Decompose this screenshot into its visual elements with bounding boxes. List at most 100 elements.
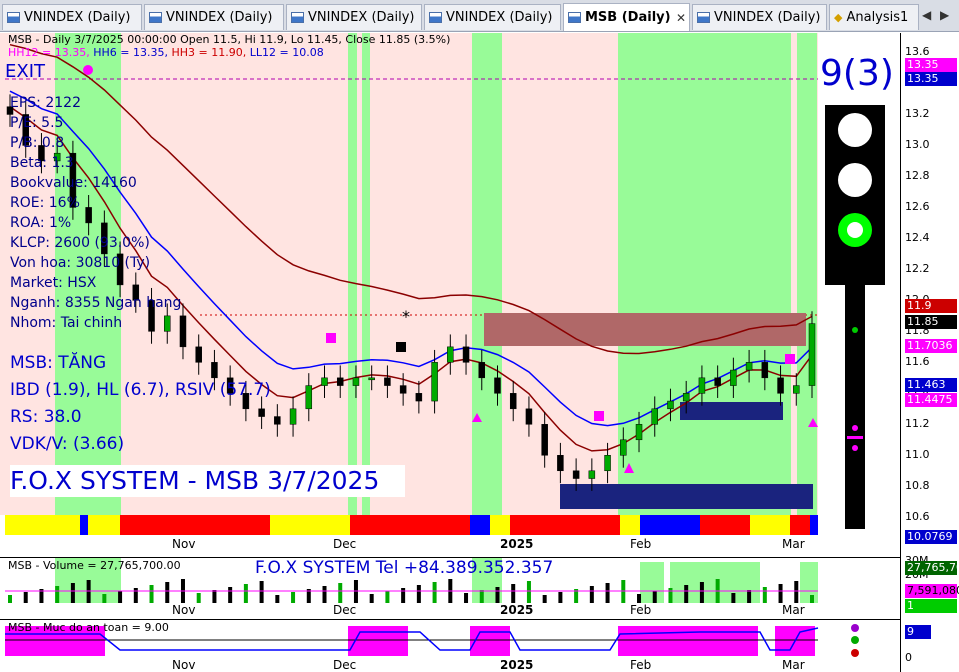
volume-label: MSB - Volume = 27,765,700.00 <box>8 559 181 572</box>
x-axis-label: Dec <box>333 537 357 551</box>
price-tick: 12.8 <box>905 169 930 183</box>
volume-bar <box>275 595 280 603</box>
volume-bar <box>118 591 123 603</box>
chart-window-icon <box>429 12 442 23</box>
candle-body <box>478 362 486 379</box>
summary-item: RS: 38.0 <box>10 407 82 427</box>
candle-body <box>384 377 391 386</box>
signal-bar-segment <box>640 515 700 535</box>
volume-bar <box>8 595 12 603</box>
safety-pane[interactable]: MSB - Muc do an toan = 9.00 Nov Dec 2025 Fe… <box>0 619 900 672</box>
volume-bar <box>526 581 531 603</box>
volume-bar <box>495 587 500 603</box>
signal-bar-segment <box>80 515 88 535</box>
tab-vnindex-4[interactable]: VNINDEX (Daily) <box>424 4 561 30</box>
support-box-1 <box>560 484 813 509</box>
x-axis-label: Nov <box>172 658 196 672</box>
buy-signal-marker <box>594 411 604 421</box>
candle-body <box>258 408 265 417</box>
candle-body <box>808 323 816 386</box>
price-tag: 11.4475 <box>905 393 957 407</box>
price-tag: 11.85 <box>905 315 957 329</box>
volume-bar <box>369 594 374 603</box>
chart-window-icon <box>568 12 581 23</box>
tab-label: Analysis1 <box>846 10 909 25</box>
candle-body <box>509 393 517 410</box>
volume-bar <box>731 593 736 603</box>
price-tick: 12.2 <box>905 262 930 276</box>
zone-green-4 <box>472 33 502 515</box>
signal-bar-segment <box>620 515 640 535</box>
contact-line: F.O.X SYSTEM Tel +84.389.352.357 <box>255 558 554 578</box>
tab-analysis1[interactable]: ◆ Analysis1 <box>829 4 919 30</box>
volume-bar <box>102 594 107 603</box>
tab-scroll-right-icon[interactable]: ▶ <box>940 8 949 22</box>
candle-body <box>211 362 218 379</box>
signal-bar-segment <box>490 515 510 535</box>
price-tag: 13.35 <box>905 58 957 72</box>
safety-zone <box>348 626 408 656</box>
fundamental-item: P/E: 5.5 <box>10 115 64 131</box>
vol-zone <box>800 562 818 603</box>
price-tag: 13.35 <box>905 72 957 86</box>
zone-green-3 <box>362 33 370 515</box>
close-icon[interactable]: ✕ <box>676 11 686 25</box>
tab-scroll-left-icon[interactable]: ◀ <box>922 8 931 22</box>
candle-body <box>336 377 344 386</box>
volume-pane[interactable]: MSB - Volume = 27,765,700.00 F.O.X SYSTE… <box>0 557 900 617</box>
vol-zone <box>670 562 760 603</box>
candle-body <box>557 455 564 472</box>
fundamental-item: Von hoa: 30810 (Ty) <box>10 255 151 271</box>
tab-vnindex-2[interactable]: VNINDEX (Daily) <box>144 4 284 30</box>
tab-msb[interactable]: MSB (Daily) ✕ <box>563 3 690 31</box>
x-axis-label: Nov <box>172 537 196 551</box>
signal-color-bar <box>5 515 818 535</box>
signal-bar-segment <box>5 515 80 535</box>
volume-bar <box>133 588 138 603</box>
volume-bar <box>810 595 814 603</box>
candle-body <box>635 424 643 441</box>
price-tag: 11.7036 <box>905 339 957 353</box>
volume-bar <box>55 586 60 603</box>
candle-body <box>85 207 92 224</box>
volume-bar <box>699 582 704 603</box>
safety-zone <box>470 626 510 656</box>
hh3-label: HH3 = 11.90, <box>171 46 247 59</box>
volume-bar <box>432 582 437 603</box>
tab-label: VNINDEX (Daily) <box>446 10 553 25</box>
volume-bar <box>322 586 327 603</box>
signal-bar-segment <box>510 515 620 535</box>
volume-bar <box>511 584 516 603</box>
x-axis-label: Mar <box>782 658 805 672</box>
candle-body <box>447 346 454 363</box>
tab-vnindex-5[interactable]: VNINDEX (Daily) <box>692 4 827 30</box>
volume-bar <box>684 585 689 603</box>
tab-vnindex-1[interactable]: VNINDEX (Daily) <box>2 4 142 30</box>
candle-body <box>399 385 407 394</box>
volume-bar <box>196 593 201 603</box>
candle-body <box>431 362 438 402</box>
volume-bar <box>794 581 799 603</box>
tab-vnindex-3[interactable]: VNINDEX (Daily) <box>286 4 422 30</box>
candle-body <box>494 377 501 394</box>
price-chart-pane[interactable]: * MSB - Daily 3/7/2025 00:00:00 Open 11.… <box>0 33 900 555</box>
x-axis-label: 2025 <box>500 537 534 551</box>
safety-dot <box>851 649 859 657</box>
volume-axis-label: 1 <box>905 599 957 613</box>
volume-bar <box>778 584 783 603</box>
ll12-label: LL12 = 10.08 <box>249 46 324 59</box>
fundamental-item: EPS: 2122 <box>10 95 81 111</box>
chart-window-icon <box>149 12 162 23</box>
x-axis-label: Mar <box>782 537 805 551</box>
support-box-2 <box>680 402 783 420</box>
signal-bar-segment <box>790 515 810 535</box>
zone-green-2 <box>348 33 357 515</box>
chart-window-icon <box>7 12 20 23</box>
price-tick: 12.4 <box>905 231 930 245</box>
summary-item: IBD (1.9), HL (6.7), RSIV (57.7) <box>10 380 271 400</box>
pole-dot <box>852 445 858 451</box>
candle-body <box>745 362 753 371</box>
candle-body <box>368 377 375 381</box>
exit-label: EXIT <box>5 61 46 82</box>
buy-marker <box>83 65 93 75</box>
